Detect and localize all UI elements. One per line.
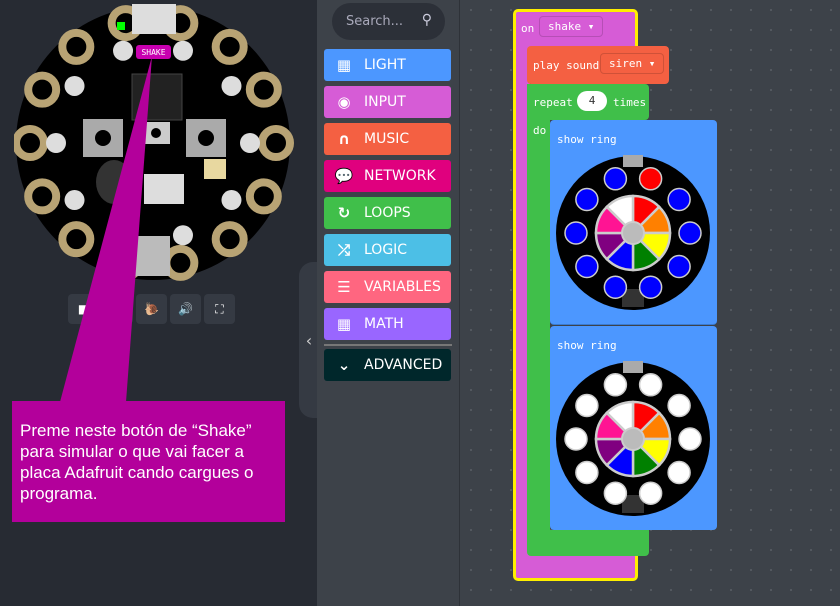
callout-box: Preme neste botón de “Shake” para simula…	[12, 401, 285, 522]
callout-text: Preme neste botón de “Shake” para simula…	[20, 421, 254, 503]
